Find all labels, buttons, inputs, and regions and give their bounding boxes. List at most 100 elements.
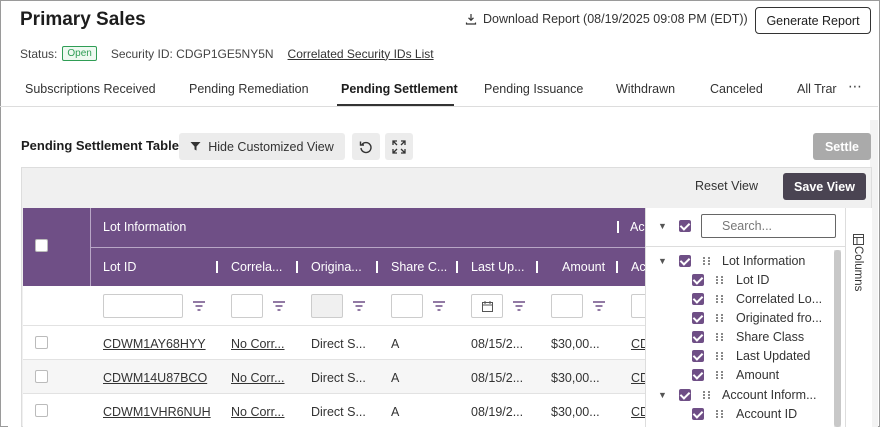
columns-side-tab-label[interactable]: Columns	[852, 246, 864, 291]
account-id-link[interactable]: CD	[631, 337, 645, 351]
drag-handle-icon[interactable]	[716, 333, 724, 341]
filter-icon[interactable]	[353, 301, 365, 312]
hide-customized-view-button[interactable]: Hide Customized View	[179, 133, 345, 160]
panel-scrollbar-thumb[interactable]	[834, 250, 841, 427]
column-header-share-class[interactable]: Share C...	[391, 260, 447, 274]
filter-icon[interactable]	[193, 301, 205, 312]
filter-icon[interactable]	[433, 301, 445, 312]
table-row[interactable]: CDWM1AY68HYY No Corr... Direct S... A 08…	[23, 326, 645, 360]
tab-canceled[interactable]: Canceled	[710, 82, 763, 96]
column-checkbox[interactable]	[692, 408, 704, 420]
drag-handle-icon[interactable]	[703, 257, 711, 265]
tab-pending-remediation[interactable]: Pending Remediation	[189, 82, 309, 96]
columns-tool-panel: ▼ Search... ▼ Lot Information Lot ID Cor…	[645, 208, 846, 427]
column-header-correlated[interactable]: Correla...	[231, 260, 282, 274]
download-report-link[interactable]: Download Report (08/19/2025 09:08 PM (ED…	[465, 12, 748, 26]
drag-handle-icon[interactable]	[716, 371, 724, 379]
correlated-link[interactable]: No Corr...	[231, 337, 285, 351]
tab-pending-settlement[interactable]: Pending Settlement	[341, 82, 458, 96]
chevron-down-icon[interactable]: ▼	[658, 256, 667, 266]
column-group-checkbox[interactable]	[679, 389, 691, 401]
filter-icon[interactable]	[593, 301, 605, 312]
drag-handle-icon[interactable]	[716, 352, 724, 360]
lot-id-filter-input[interactable]	[103, 294, 183, 318]
last-updated-date-picker[interactable]	[471, 294, 503, 318]
security-id: Security ID: CDGP1GE5NY5N	[110, 46, 274, 61]
tab-all-transactions[interactable]: All Trar	[797, 82, 837, 96]
column-label: Amount	[736, 368, 780, 382]
select-all-columns-checkbox[interactable]	[679, 220, 691, 232]
column-header-amount[interactable]: Amount	[562, 260, 605, 274]
drag-handle-icon[interactable]	[716, 314, 724, 322]
drag-handle-icon[interactable]	[716, 276, 724, 284]
filter-icon[interactable]	[513, 301, 525, 312]
share-class-cell: A	[391, 405, 400, 419]
row-checkbox[interactable]	[35, 336, 48, 349]
originated-cell: Direct S...	[311, 371, 366, 385]
column-checkbox[interactable]	[692, 293, 704, 305]
column-search-input[interactable]: Search...	[701, 214, 836, 238]
lot-id-link[interactable]: CDWM1AY68HYY	[103, 337, 206, 351]
originated-filter-input[interactable]	[311, 294, 343, 318]
account-id-filter-input[interactable]	[631, 294, 645, 318]
column-checkbox[interactable]	[692, 274, 704, 286]
account-id-link[interactable]: CD	[631, 371, 645, 385]
filter-icon[interactable]	[273, 301, 285, 312]
column-resize-handle[interactable]	[536, 261, 538, 273]
select-all-checkbox[interactable]	[35, 239, 48, 252]
drag-handle-icon[interactable]	[716, 410, 724, 418]
status-badge: Open	[62, 46, 97, 61]
lot-id-link[interactable]: CDWM14U87BCO	[103, 371, 207, 385]
share-class-filter-input[interactable]	[391, 294, 423, 318]
lot-id-link[interactable]: CDWM1VHR6NUH	[103, 405, 211, 419]
column-group-label: Account Inform...	[722, 388, 817, 402]
correlated-security-ids-link[interactable]: Correlated Security IDs List	[288, 47, 434, 61]
filter-row	[23, 286, 645, 326]
column-header-last-updated[interactable]: Last Up...	[471, 260, 525, 274]
column-resize-handle[interactable]	[216, 261, 218, 273]
tab-bar: Subscriptions Received Pending Remediati…	[0, 76, 878, 107]
column-header-account-id[interactable]: Ac	[631, 260, 645, 274]
drag-handle-icon[interactable]	[703, 391, 711, 399]
amount-filter-input[interactable]	[551, 294, 583, 318]
table-row[interactable]: CDWM1VHR6NUH No Corr... Direct S... A 08…	[23, 394, 645, 427]
correlated-filter-input[interactable]	[231, 294, 263, 318]
fullscreen-button[interactable]	[385, 133, 413, 160]
settle-button[interactable]: Settle	[813, 133, 871, 160]
table-title: Pending Settlement Table	[21, 138, 179, 153]
drag-handle-icon[interactable]	[716, 295, 724, 303]
chevron-down-icon[interactable]: ▼	[658, 221, 667, 231]
data-table: Lot Information Ac Lot ID Correla... Ori…	[23, 208, 645, 427]
column-resize-handle[interactable]	[616, 261, 618, 273]
table-row[interactable]: CDWM14U87BCO No Corr... Direct S... A 08…	[23, 360, 645, 394]
tab-pending-issuance[interactable]: Pending Issuance	[484, 82, 583, 96]
chevron-down-icon[interactable]: ▼	[658, 390, 667, 400]
save-view-button[interactable]: Save View	[783, 173, 866, 200]
page-title: Primary Sales	[20, 9, 146, 30]
column-checkbox[interactable]	[692, 350, 704, 362]
column-checkbox[interactable]	[692, 331, 704, 343]
row-checkbox[interactable]	[35, 370, 48, 383]
column-resize-handle[interactable]	[296, 261, 298, 273]
ellipsis-icon[interactable]: ⋯	[848, 78, 862, 95]
refresh-button[interactable]	[352, 133, 380, 160]
account-id-link[interactable]: CD	[631, 405, 645, 419]
tab-withdrawn[interactable]: Withdrawn	[616, 82, 675, 96]
reset-view-button[interactable]: Reset View	[695, 179, 758, 193]
correlated-link[interactable]: No Corr...	[231, 371, 285, 385]
column-label: Originated fro...	[736, 311, 823, 325]
column-header-originated[interactable]: Origina...	[311, 260, 362, 274]
column-header-lot-id[interactable]: Lot ID	[103, 260, 136, 274]
row-checkbox[interactable]	[35, 404, 48, 417]
tab-subscriptions-received[interactable]: Subscriptions Received	[25, 82, 156, 96]
column-resize-handle[interactable]	[456, 261, 458, 273]
column-group-checkbox[interactable]	[679, 255, 691, 267]
column-label: Last Updated	[736, 349, 811, 363]
correlated-link[interactable]: No Corr...	[231, 405, 285, 419]
columns-side-tab[interactable]	[845, 208, 872, 427]
column-resize-handle[interactable]	[376, 261, 378, 273]
generate-report-button[interactable]: Generate Report	[755, 7, 871, 34]
column-checkbox[interactable]	[692, 369, 704, 381]
active-tab-indicator	[337, 104, 454, 106]
column-checkbox[interactable]	[692, 312, 704, 324]
